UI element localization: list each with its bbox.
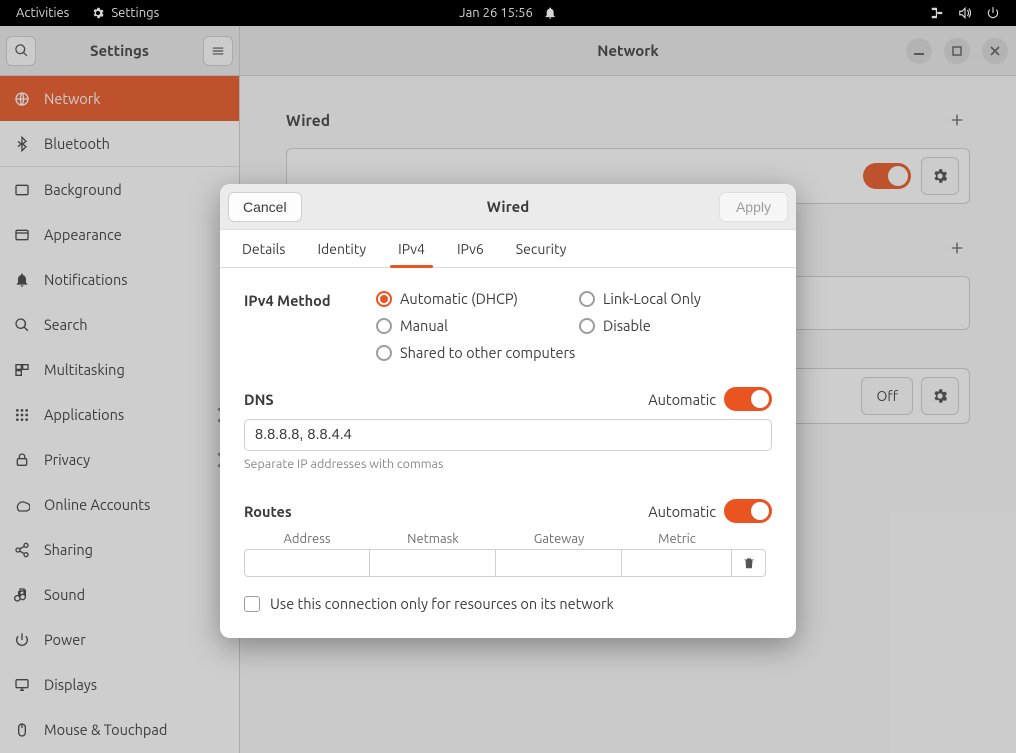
cancel-button[interactable]: Cancel <box>228 192 302 222</box>
checkbox-icon <box>244 596 260 612</box>
route-netmask-input[interactable] <box>370 549 496 577</box>
activities-button[interactable]: Activities <box>16 6 69 20</box>
notifications-icon <box>543 6 557 20</box>
tab-details[interactable]: Details <box>240 241 287 267</box>
dns-hint: Separate IP addresses with commas <box>244 457 772 471</box>
tab-ipv6[interactable]: IPv6 <box>455 241 486 267</box>
network-status-icon[interactable] <box>930 6 944 20</box>
routes-heading: Routes <box>244 503 292 520</box>
ipv4-method-label: IPv4 Method <box>244 290 376 309</box>
radio-label: Automatic (DHCP) <box>400 290 518 307</box>
dns-heading: DNS <box>244 391 274 408</box>
app-menu[interactable]: Settings <box>91 6 159 20</box>
tab-ipv4[interactable]: IPv4 <box>396 241 427 267</box>
volume-icon[interactable] <box>958 6 972 20</box>
route-address-input[interactable] <box>244 549 370 577</box>
col-gateway: Gateway <box>534 529 585 549</box>
route-metric-input[interactable] <box>622 549 732 577</box>
route-gateway-input[interactable] <box>496 549 622 577</box>
col-address: Address <box>283 529 330 549</box>
routes-automatic-label: Automatic <box>648 503 716 520</box>
radio-shared[interactable]: Shared to other computers <box>376 344 772 361</box>
routes-table: Address Netmask Gateway Metric <box>244 529 772 577</box>
app-menu-label: Settings <box>111 6 159 20</box>
dialog-title: Wired <box>487 198 530 215</box>
use-only-this-label: Use this connection only for resources o… <box>270 595 614 612</box>
radio-label: Disable <box>603 317 651 334</box>
tab-security[interactable]: Security <box>514 241 569 267</box>
top-panel: Activities Settings Jan 26 15:56 <box>0 0 1016 26</box>
clock-label: Jan 26 15:56 <box>459 6 533 20</box>
route-delete-button[interactable] <box>732 549 766 577</box>
settings-icon <box>91 6 105 20</box>
dialog-header: Cancel Wired Apply <box>220 184 796 230</box>
tab-identity[interactable]: Identity <box>315 241 368 267</box>
use-only-this-checkbox[interactable]: Use this connection only for resources o… <box>244 595 772 612</box>
radio-label: Shared to other computers <box>400 344 575 361</box>
dns-automatic-toggle[interactable] <box>724 387 772 411</box>
power-icon[interactable] <box>986 6 1000 20</box>
routes-automatic-toggle[interactable] <box>724 499 772 523</box>
dns-automatic-label: Automatic <box>648 391 716 408</box>
settings-window: Settings Network Network Bluetooth Backg… <box>0 26 1016 753</box>
radio-label: Link-Local Only <box>603 290 701 307</box>
radio-linklocal[interactable]: Link-Local Only <box>579 290 772 307</box>
dialog-tabbar: Details Identity IPv4 IPv6 Security <box>220 230 796 268</box>
col-netmask: Netmask <box>407 529 459 549</box>
col-metric: Metric <box>658 529 696 549</box>
radio-disable[interactable]: Disable <box>579 317 772 334</box>
apply-button[interactable]: Apply <box>719 192 788 222</box>
radio-label: Manual <box>400 317 448 334</box>
radio-manual[interactable]: Manual <box>376 317 569 334</box>
clock-area[interactable]: Jan 26 15:56 <box>459 6 557 20</box>
dns-input[interactable] <box>244 419 772 451</box>
wired-settings-dialog: Cancel Wired Apply Details Identity IPv4… <box>220 184 796 638</box>
radio-automatic[interactable]: Automatic (DHCP) <box>376 290 569 307</box>
